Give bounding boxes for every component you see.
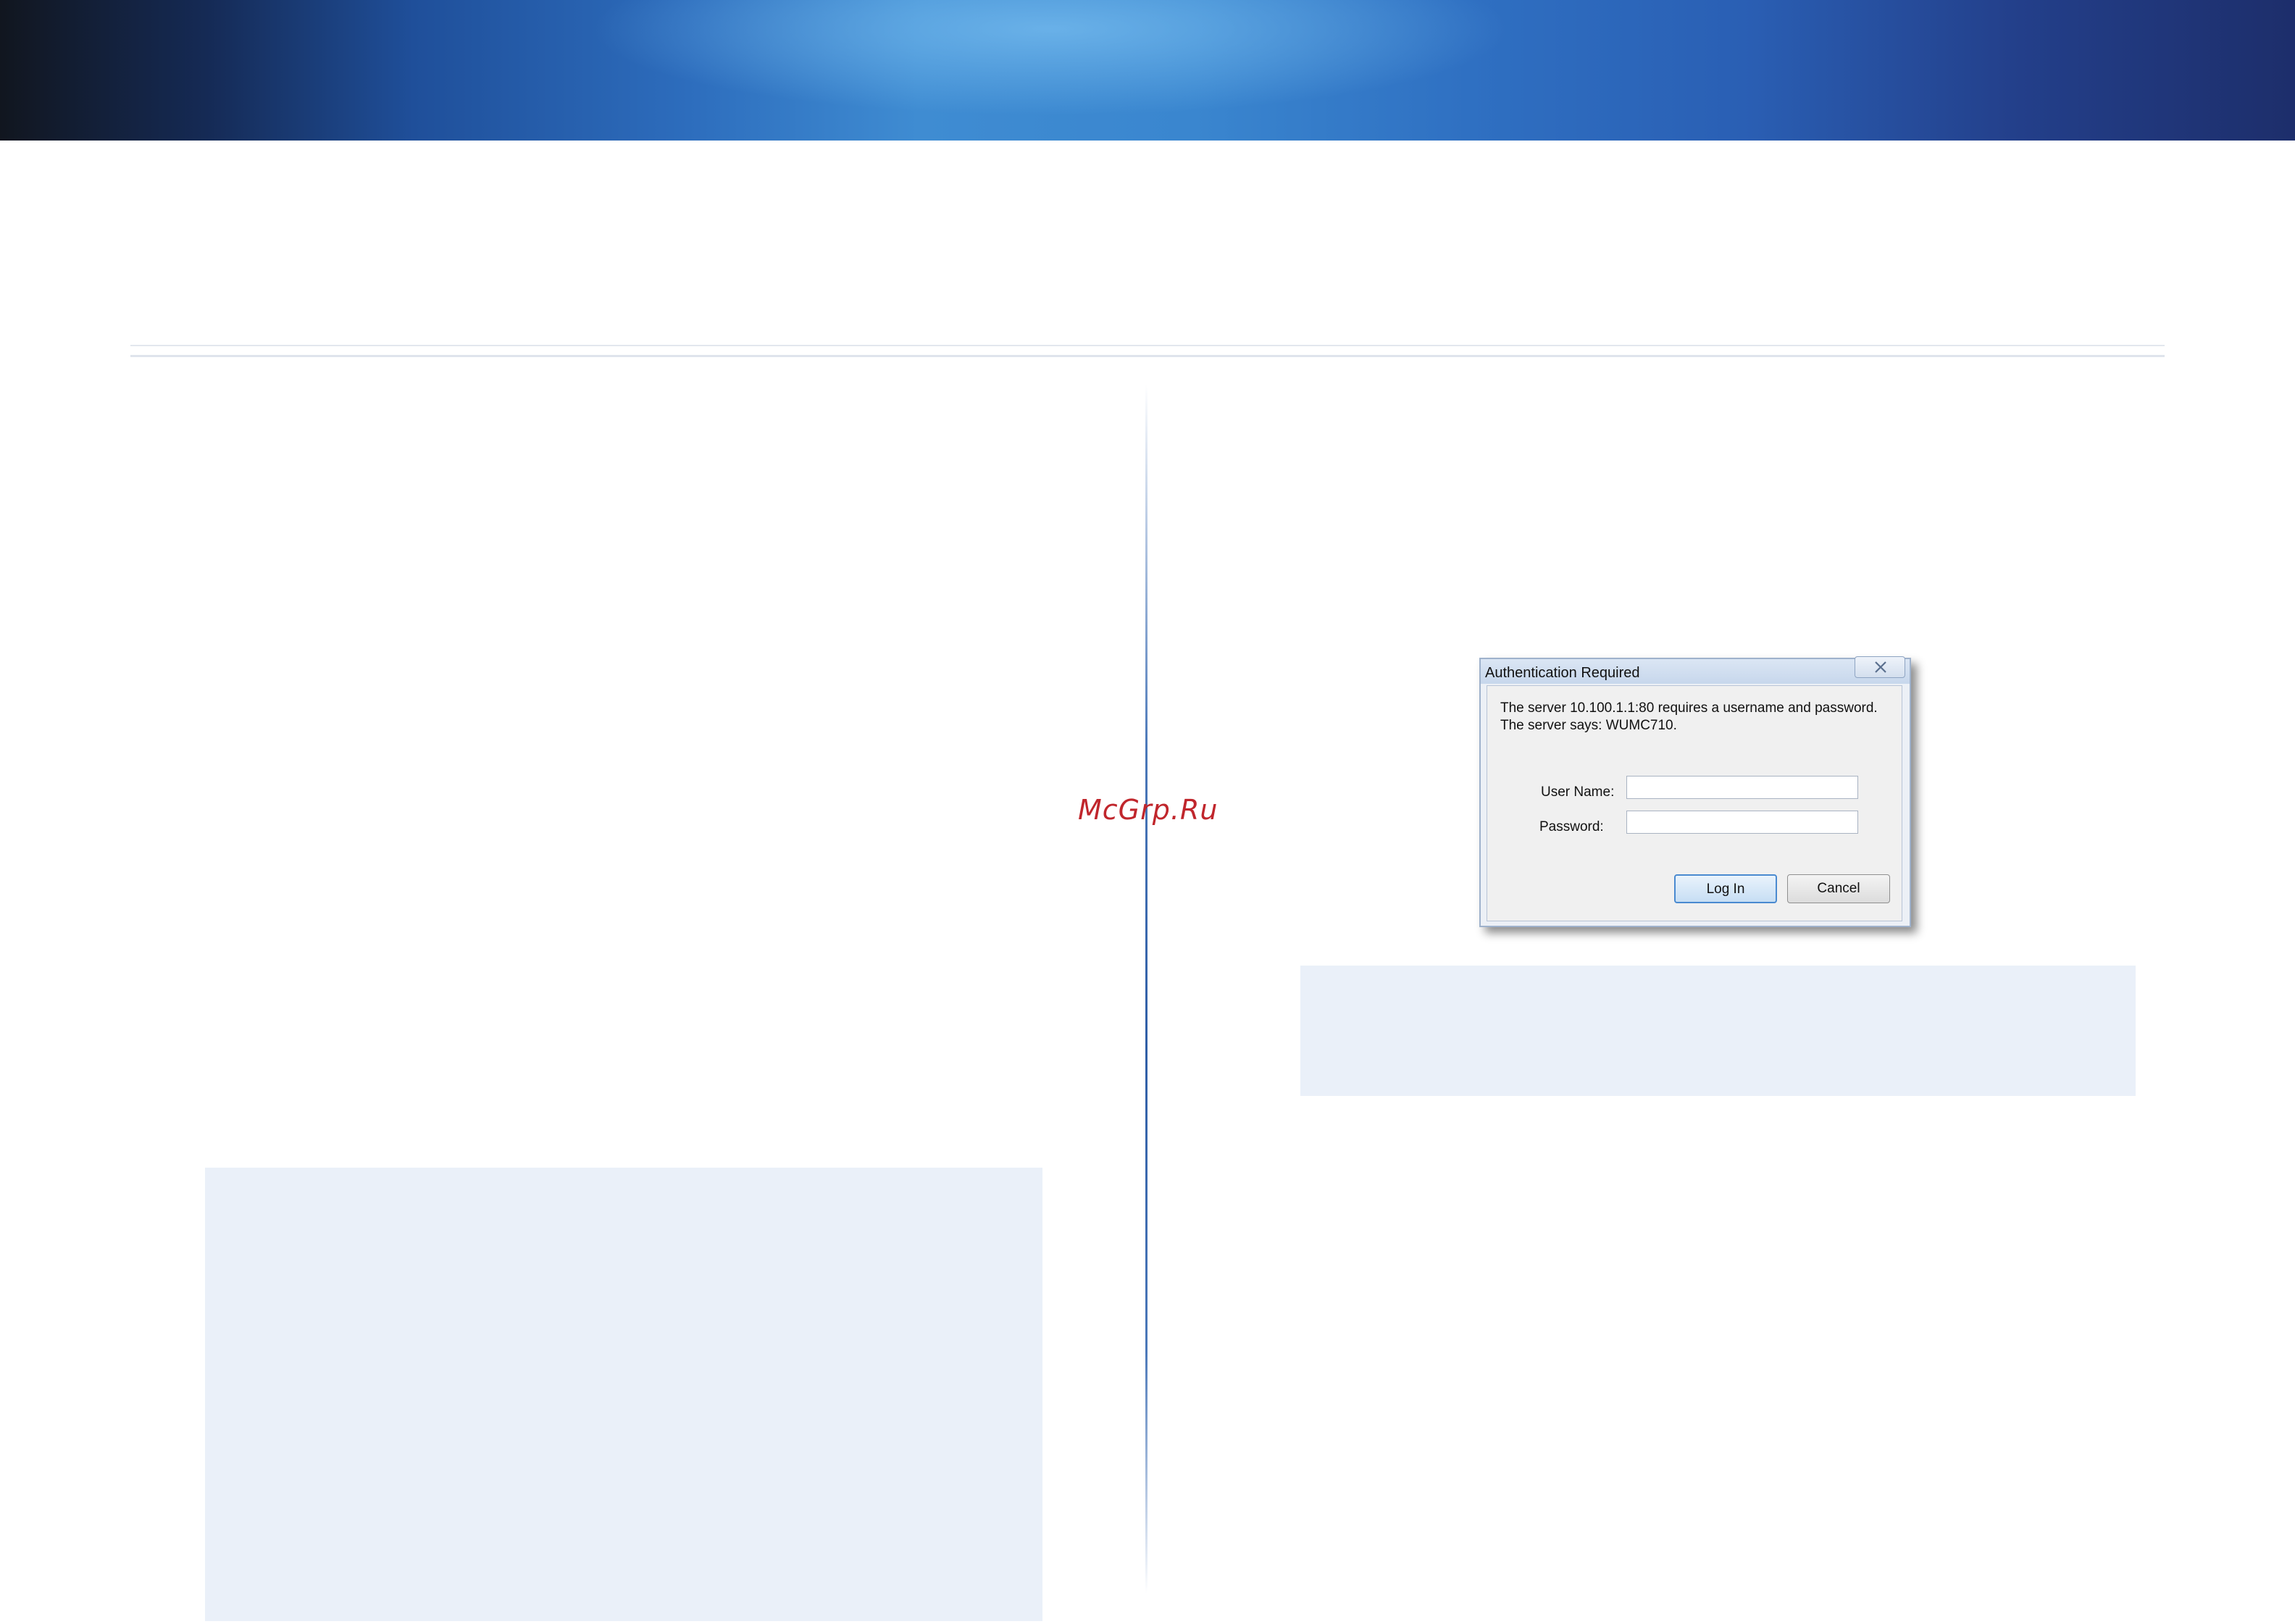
watermark: McGrp.Ru	[1078, 794, 1218, 826]
header-banner	[0, 0, 2295, 141]
authentication-dialog: Authentication Required The server 10.10…	[1479, 656, 1911, 927]
server-says-message: The server says: WUMC710.	[1500, 718, 1677, 733]
password-label: Password:	[1539, 819, 1604, 834]
cancel-button[interactable]: Cancel	[1787, 874, 1890, 903]
password-input[interactable]	[1626, 811, 1858, 834]
column-divider	[1145, 384, 1148, 1594]
note-box-right	[1300, 966, 2136, 1096]
dialog-titlebar[interactable]: Authentication Required	[1481, 656, 1910, 684]
header-rule	[130, 345, 2165, 346]
username-input[interactable]	[1626, 776, 1858, 799]
username-label: User Name:	[1541, 784, 1615, 800]
server-message: The server 10.100.1.1:80 requires a user…	[1500, 700, 1878, 716]
dialog-title: Authentication Required	[1485, 665, 1640, 681]
dialog-body: The server 10.100.1.1:80 requires a user…	[1487, 685, 1902, 921]
login-button[interactable]: Log In	[1674, 874, 1777, 903]
header-rule-secondary	[130, 355, 2165, 357]
close-icon	[1875, 661, 1886, 673]
note-box-left	[205, 1168, 1042, 1621]
close-button[interactable]	[1855, 656, 1905, 678]
